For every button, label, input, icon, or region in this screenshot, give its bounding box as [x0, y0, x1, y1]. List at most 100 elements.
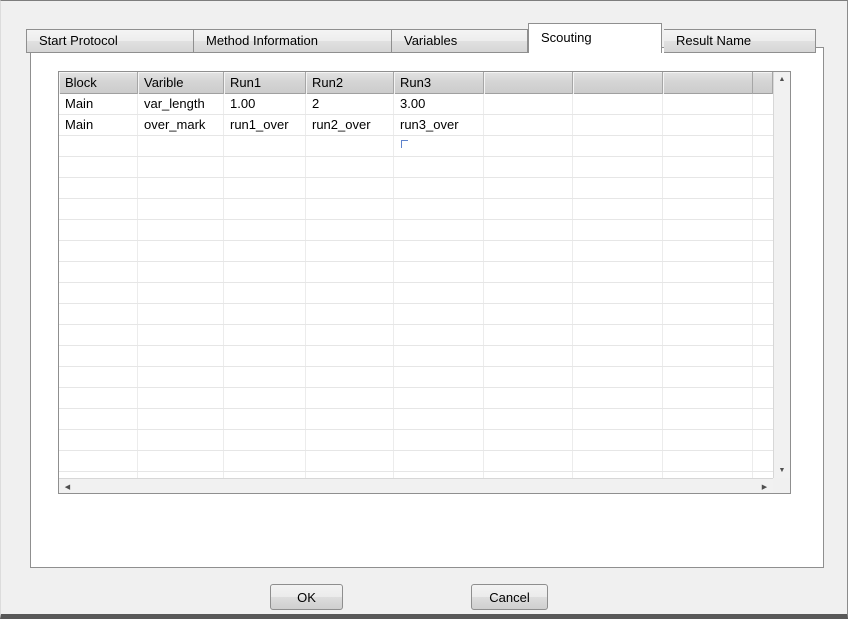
table-cell[interactable]: [394, 199, 484, 219]
table-row-empty[interactable]: [59, 178, 773, 199]
table-cell[interactable]: [484, 220, 573, 240]
table-cell[interactable]: [59, 346, 138, 366]
column-header-run3[interactable]: Run3: [394, 72, 484, 94]
table-cell[interactable]: [224, 367, 306, 387]
table-cell[interactable]: [306, 304, 394, 324]
table-cell[interactable]: [306, 283, 394, 303]
table-cell[interactable]: [394, 220, 484, 240]
table-row-empty[interactable]: [59, 409, 773, 430]
table-cell[interactable]: [138, 346, 224, 366]
table-row-empty[interactable]: [59, 262, 773, 283]
table-row-empty[interactable]: [59, 136, 773, 157]
table-cell[interactable]: [394, 388, 484, 408]
table-cell[interactable]: [394, 325, 484, 345]
table-cell[interactable]: [663, 367, 753, 387]
table-cell[interactable]: [663, 241, 753, 261]
table-cell[interactable]: [484, 262, 573, 282]
table-cell[interactable]: [484, 325, 573, 345]
table-row-1[interactable]: Mainvar_length1.0023.00: [59, 94, 773, 115]
table-row-empty[interactable]: [59, 430, 773, 451]
table-cell[interactable]: [224, 304, 306, 324]
table-cell[interactable]: run1_over: [224, 115, 306, 135]
table-cell[interactable]: [224, 325, 306, 345]
table-cell[interactable]: [663, 115, 753, 135]
table-cell[interactable]: [59, 283, 138, 303]
table-cell[interactable]: [573, 388, 663, 408]
table-cell[interactable]: [138, 388, 224, 408]
table-cell[interactable]: [224, 220, 306, 240]
table-row-empty[interactable]: [59, 283, 773, 304]
scroll-left-icon[interactable]: ◀: [59, 479, 76, 494]
table-cell[interactable]: [484, 388, 573, 408]
table-cell[interactable]: [394, 157, 484, 177]
table-cell[interactable]: [59, 430, 138, 450]
table-cell[interactable]: [306, 199, 394, 219]
table-row-empty[interactable]: [59, 220, 773, 241]
table-cell[interactable]: [138, 430, 224, 450]
table-cell[interactable]: [573, 94, 663, 114]
table-cell[interactable]: [663, 325, 753, 345]
column-header-varible[interactable]: Varible: [138, 72, 224, 94]
table-cell[interactable]: [306, 451, 394, 471]
table-row-empty[interactable]: [59, 157, 773, 178]
tab-variables[interactable]: Variables: [392, 29, 528, 53]
table-cell[interactable]: [484, 367, 573, 387]
table-cell[interactable]: [663, 388, 753, 408]
table-cell[interactable]: 2: [306, 94, 394, 114]
table-row-empty[interactable]: [59, 388, 773, 409]
table-cell[interactable]: [484, 283, 573, 303]
table-cell[interactable]: [306, 367, 394, 387]
table-cell[interactable]: [224, 136, 306, 156]
table-cell[interactable]: [484, 409, 573, 429]
table-cell[interactable]: [573, 115, 663, 135]
table-cell[interactable]: [224, 346, 306, 366]
table-cell[interactable]: [573, 220, 663, 240]
table-cell[interactable]: [573, 409, 663, 429]
table-cell[interactable]: [484, 346, 573, 366]
table-cell[interactable]: [59, 451, 138, 471]
table-cell[interactable]: [138, 367, 224, 387]
table-cell[interactable]: [59, 367, 138, 387]
table-cell[interactable]: [224, 409, 306, 429]
table-cell[interactable]: [138, 241, 224, 261]
table-cell[interactable]: [573, 346, 663, 366]
table-cell[interactable]: [394, 367, 484, 387]
table-cell[interactable]: [138, 199, 224, 219]
table-cell[interactable]: [394, 430, 484, 450]
table-cell[interactable]: [138, 178, 224, 198]
table-cell[interactable]: [306, 262, 394, 282]
table-cell[interactable]: [663, 199, 753, 219]
table-cell[interactable]: [484, 136, 573, 156]
table-row-empty[interactable]: [59, 199, 773, 220]
table-cell[interactable]: [663, 430, 753, 450]
table-cell[interactable]: 3.00: [394, 94, 484, 114]
table-cell[interactable]: [224, 262, 306, 282]
tab-scouting[interactable]: Scouting: [528, 23, 662, 53]
table-cell[interactable]: 1.00: [224, 94, 306, 114]
table-cell[interactable]: [306, 388, 394, 408]
table-cell[interactable]: [306, 409, 394, 429]
table-cell[interactable]: [224, 451, 306, 471]
table-cell[interactable]: [138, 409, 224, 429]
table-cell[interactable]: [59, 262, 138, 282]
tab-start-protocol[interactable]: Start Protocol: [26, 29, 194, 53]
cancel-button[interactable]: Cancel: [471, 584, 548, 610]
table-cell[interactable]: [573, 283, 663, 303]
table-cell[interactable]: [484, 451, 573, 471]
table-row-empty[interactable]: [59, 346, 773, 367]
table-cell[interactable]: [59, 409, 138, 429]
table-cell[interactable]: [138, 157, 224, 177]
table-cell[interactable]: [224, 430, 306, 450]
table-cell[interactable]: [306, 325, 394, 345]
table-cell[interactable]: [663, 136, 753, 156]
table-cell[interactable]: [306, 157, 394, 177]
table-cell[interactable]: [484, 94, 573, 114]
table-row-2[interactable]: Mainover_markrun1_overrun2_overrun3_over: [59, 115, 773, 136]
ok-button[interactable]: OK: [270, 584, 343, 610]
table-cell[interactable]: [484, 430, 573, 450]
table-cell[interactable]: run3_over: [394, 115, 484, 135]
table-cell[interactable]: [224, 178, 306, 198]
table-cell[interactable]: [306, 220, 394, 240]
table-cell[interactable]: [484, 157, 573, 177]
table-cell[interactable]: [306, 430, 394, 450]
